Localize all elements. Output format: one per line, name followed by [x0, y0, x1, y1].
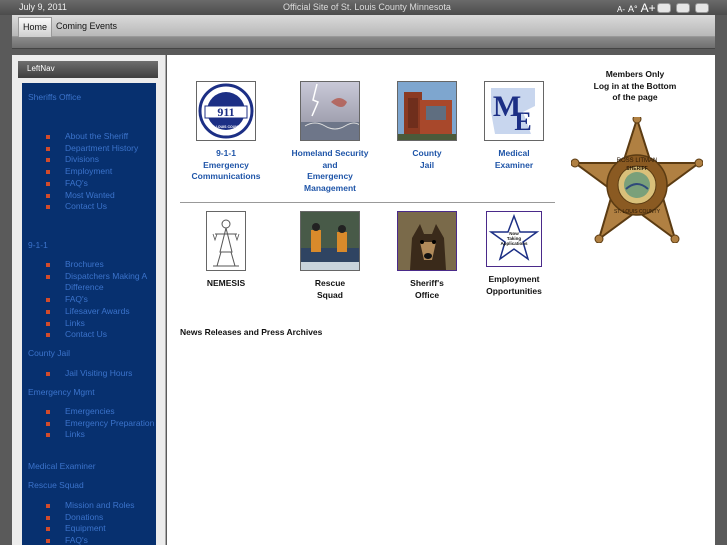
tile-sheriffs-office[interactable]: Sheriff's Office	[382, 211, 472, 301]
tile-homeland-security[interactable]: Homeland Security and Emergency Manageme…	[285, 81, 375, 194]
content-divider	[180, 202, 555, 203]
nav-list-emergency-mgmt: Emergencies Emergency Preparation Links	[46, 406, 156, 441]
svg-text:SHERIFF: SHERIFF	[626, 166, 647, 172]
font-increase-button[interactable]: A+	[641, 1, 656, 15]
tile-sheriffs-office-label: Sheriff's Office	[410, 278, 444, 300]
tile-rescue-squad[interactable]: Rescue Squad	[285, 211, 375, 301]
nav-item[interactable]: Emergency Preparation	[46, 418, 156, 430]
seal-911-image: 911 ST. LOUIS COUNTY	[196, 81, 256, 141]
theme-swatch-1[interactable]	[657, 3, 671, 13]
nav-item[interactable]: About the Sheriff	[46, 131, 156, 143]
nav-item[interactable]: Links	[46, 318, 156, 330]
tile-911[interactable]: 911 ST. LOUIS COUNTY 9-1-1 Emergency Com…	[181, 81, 271, 183]
nav-list-rescue-squad: Mission and Roles Donations Equipment FA…	[46, 500, 156, 545]
nav-item[interactable]: FAQ's	[46, 535, 156, 545]
tile-nemesis-label: NEMESIS	[206, 278, 246, 288]
nav-item[interactable]: Divisions	[46, 154, 156, 166]
nav-section-rescue-squad[interactable]: Rescue Squad	[28, 480, 84, 490]
svg-text:911: 911	[217, 105, 234, 119]
sheriff-badge-image: ROSS LITMAN SHERIFF ST. LOUIS COUNTY	[570, 114, 704, 248]
submenu-strip	[12, 37, 715, 49]
tile-county-jail-label: County Jail	[412, 148, 442, 170]
tile-nemesis[interactable]: NEMESIS	[181, 211, 271, 290]
homeland-security-image	[300, 81, 360, 141]
nav-item[interactable]: Contact Us	[46, 201, 156, 213]
font-reset-button[interactable]: A°	[628, 4, 638, 14]
nav-list-county-jail: Jail Visiting Hours	[46, 368, 156, 380]
menu-item-coming-events[interactable]: Coming Events	[52, 17, 121, 37]
nav-item[interactable]: Lifesaver Awards	[46, 306, 156, 318]
nemesis-image	[206, 211, 246, 271]
svg-text:ST. LOUIS COUNTY: ST. LOUIS COUNTY	[210, 125, 243, 129]
nav-item[interactable]: Brochures	[46, 259, 156, 271]
svg-text:ST. LOUIS COUNTY: ST. LOUIS COUNTY	[614, 209, 661, 215]
medical-examiner-logo: M E	[484, 81, 544, 141]
theme-swatch-3[interactable]	[695, 3, 709, 13]
members-only-notice: Members Only Log in at the Bottom of the…	[585, 69, 685, 104]
leftnav-title: LeftNav	[18, 61, 158, 78]
svg-text:ROSS LITMAN: ROSS LITMAN	[617, 158, 658, 164]
sheriffs-office-image	[397, 211, 457, 271]
nav-item[interactable]: FAQ's	[46, 294, 156, 306]
tile-911-label: 9-1-1 Emergency Communications	[191, 148, 261, 181]
nav-item[interactable]: FAQ's	[46, 178, 156, 190]
tile-medical-examiner[interactable]: M E Medical Examiner	[469, 81, 559, 171]
tile-employment-label: Employment Opportunities	[486, 274, 542, 296]
nav-item[interactable]: Department History	[46, 143, 156, 155]
menu-item-home[interactable]: Home	[18, 17, 53, 37]
nav-item[interactable]: Most Wanted	[46, 190, 156, 202]
employment-star-image: Now Taking Applications	[486, 211, 542, 267]
svg-text:E: E	[514, 107, 531, 136]
nav-section-medical-examiner[interactable]: Medical Examiner	[28, 461, 96, 471]
tile-county-jail[interactable]: County Jail	[382, 81, 472, 171]
nav-section-sheriffs-office[interactable]: Sheriffs Office	[28, 92, 81, 102]
site-title: Official Site of St. Louis County Minnes…	[283, 2, 451, 12]
nav-section-county-jail[interactable]: County Jail	[28, 348, 70, 358]
nav-list-911: Brochures Dispatchers Making A Differenc…	[46, 259, 156, 341]
tile-rescue-squad-label: Rescue Squad	[314, 278, 346, 300]
nav-item[interactable]: Dispatchers Making A Difference	[46, 271, 156, 294]
rescue-squad-image	[300, 211, 360, 271]
theme-switcher	[657, 3, 709, 13]
tile-employment[interactable]: Now Taking Applications Employment Oppor…	[469, 211, 559, 297]
nav-section-emergency-mgmt[interactable]: Emergency Mgmt	[28, 387, 95, 397]
nav-item[interactable]: Donations	[46, 512, 156, 524]
nav-item[interactable]: Contact Us	[46, 329, 156, 341]
members-only-text: Members Only Log in at the Bottom of the…	[593, 69, 677, 102]
main-menu: Home Coming Events	[12, 15, 715, 37]
tile-homeland-security-label: Homeland Security and Emergency Manageme…	[291, 148, 369, 193]
nav-item[interactable]: Emergencies	[46, 406, 156, 418]
tile-medical-examiner-label: Medical Examiner	[494, 148, 534, 170]
theme-swatch-2[interactable]	[676, 3, 690, 13]
nav-item[interactable]: Mission and Roles	[46, 500, 156, 512]
date-text: July 9, 2011	[19, 2, 67, 12]
nav-list-sheriffs-office: About the Sheriff Department History Div…	[46, 131, 156, 213]
news-releases-heading[interactable]: News Releases and Press Archives	[180, 327, 322, 337]
left-sidebar: LeftNav Sheriffs Office About the Sherif…	[12, 55, 166, 545]
nav-section-911[interactable]: 9-1-1	[28, 240, 48, 250]
nav-item[interactable]: Employment	[46, 166, 156, 178]
nav-item[interactable]: Links	[46, 429, 156, 441]
font-size-controls: A- A° A+	[617, 1, 656, 15]
main-content: 911 ST. LOUIS COUNTY 9-1-1 Emergency Com…	[167, 55, 715, 545]
nav-item[interactable]: Jail Visiting Hours	[46, 368, 156, 380]
leftnav-panel: Sheriffs Office About the Sheriff Depart…	[22, 83, 156, 545]
nav-item[interactable]: Equipment	[46, 523, 156, 535]
county-jail-image	[397, 81, 457, 141]
svg-text:Applications: Applications	[500, 241, 527, 246]
font-decrease-button[interactable]: A-	[617, 5, 625, 14]
top-bar: July 9, 2011 Official Site of St. Louis …	[0, 0, 727, 15]
